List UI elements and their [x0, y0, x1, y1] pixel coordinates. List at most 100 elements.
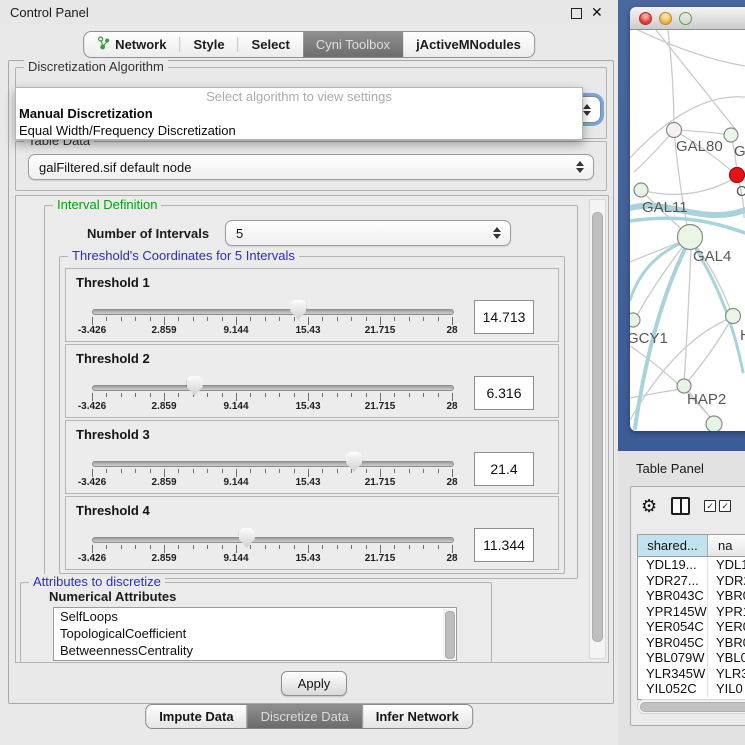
table-cell[interactable]: YDL19... — [638, 557, 708, 573]
table-toolbar: ⚙ ✓ ✓ — [641, 497, 731, 515]
slider-tick — [193, 317, 194, 321]
split-view-icon[interactable] — [671, 497, 690, 515]
table-cell[interactable]: YER0 — [708, 619, 745, 635]
algorithm-option-manual-discretization[interactable]: Manual Discretization — [16, 105, 582, 122]
slider-track[interactable] — [92, 537, 454, 543]
table-cell[interactable]: YBR043C — [638, 588, 708, 604]
slider-track[interactable] — [92, 461, 454, 467]
tab-jactivemnodules[interactable]: jActiveMNodules — [403, 32, 534, 57]
float-icon[interactable] — [571, 8, 582, 19]
numerical-attributes-list[interactable]: SelfLoopsTopologicalCoefficientBetweenne… — [53, 607, 457, 661]
list-item[interactable]: BetweennessCentrality — [54, 642, 456, 659]
network-node-c[interactable] — [730, 168, 745, 183]
tab-infer-network[interactable]: Infer Network — [362, 705, 472, 728]
algorithm-option-equal-width-frequency-discretization[interactable]: Equal Width/Frequency Discretization — [16, 122, 582, 139]
network-edge[interactable] — [638, 30, 745, 66]
table-data-combobox[interactable]: galFiltered.sif default node — [28, 154, 594, 180]
table-cell[interactable]: YPR1 — [708, 604, 745, 620]
table-column-header-na[interactable]: na — [708, 535, 745, 556]
slider-track[interactable] — [92, 309, 454, 315]
panel-scrollbar-thumb[interactable] — [592, 212, 603, 642]
table-row[interactable]: YBL079WYBL0 — [638, 650, 745, 666]
tab-select[interactable]: Select — [239, 32, 303, 57]
table-cell[interactable]: YBR0 — [708, 588, 745, 604]
slider-tick — [207, 393, 208, 397]
table-row[interactable]: YLR345WYLR3 — [638, 666, 745, 682]
network-edge[interactable] — [656, 30, 736, 130]
network-edge[interactable] — [630, 389, 681, 398]
table-cell[interactable]: YLR345W — [638, 666, 708, 682]
list-item[interactable]: TopologicalCoefficient — [54, 625, 456, 642]
threshold-value-field[interactable]: 6.316 — [474, 376, 534, 410]
slider-tick — [265, 393, 266, 397]
network-node-gal4[interactable] — [678, 225, 703, 250]
network-node-gcy1[interactable] — [630, 313, 640, 327]
table-cell[interactable]: YBR045C — [638, 635, 708, 651]
slider-thumb[interactable] — [239, 528, 255, 548]
table-cell[interactable]: YLR3 — [708, 666, 745, 682]
network-node-h[interactable] — [726, 309, 741, 324]
tab-style[interactable]: Style — [180, 32, 237, 57]
list-scrollbar-thumb[interactable] — [445, 611, 455, 659]
table-column-header-shared-[interactable]: shared... — [638, 535, 708, 556]
table-row[interactable]: YBR043CYBR0 — [638, 588, 745, 604]
close-icon[interactable]: ✕ — [591, 4, 603, 21]
table-row[interactable]: YIL052CYIL0 — [638, 681, 745, 697]
table-cell[interactable]: YBL079W — [638, 650, 708, 666]
network-node[interactable] — [706, 416, 722, 431]
table-row[interactable]: YBR045CYBR0 — [638, 635, 745, 651]
table-cell[interactable]: YER054C — [638, 619, 708, 635]
network-edge[interactable] — [684, 249, 691, 384]
mac-minimize-button[interactable] — [659, 12, 672, 25]
slider-tick — [250, 393, 251, 397]
mac-zoom-button[interactable] — [679, 12, 692, 25]
table-hscrollbar[interactable] — [637, 699, 745, 714]
network-edge[interactable] — [641, 178, 735, 194]
slider-tick — [279, 393, 280, 397]
network-view[interactable]: GAL80GACGAL11GAL4GCY1HHAP2 — [630, 30, 745, 431]
panel-scrollbar[interactable] — [589, 199, 606, 659]
table-row[interactable]: YER054CYER0 — [638, 619, 745, 635]
checkbox-icon[interactable]: ✓ — [719, 500, 731, 512]
tab-discretize-data[interactable]: Discretize Data — [247, 705, 362, 728]
list-scrollbar[interactable] — [443, 609, 455, 659]
threshold-value-field[interactable]: 11.344 — [474, 528, 534, 562]
network-edge[interactable] — [674, 130, 731, 135]
slider-thumb[interactable] — [187, 376, 203, 396]
apply-button[interactable]: Apply — [281, 671, 347, 696]
table-cell[interactable]: YDR2 — [708, 573, 745, 589]
table-cell[interactable]: YBR0 — [708, 635, 745, 651]
network-node-ga[interactable] — [724, 128, 738, 142]
table-row[interactable]: YDR27...YDR2 — [638, 573, 745, 589]
network-canvas[interactable]: GAL80GACGAL11GAL4GCY1HHAP2 — [630, 30, 745, 431]
gear-icon[interactable]: ⚙ — [641, 497, 657, 515]
table-cell[interactable]: YIL052C — [638, 681, 708, 697]
network-node-gal80[interactable] — [667, 123, 682, 138]
table-cell[interactable]: YDL1 — [708, 557, 745, 573]
algorithm-placeholder-item[interactable]: Select algorithm to view settings — [16, 88, 582, 105]
mac-close-button[interactable] — [639, 12, 652, 25]
table-cell[interactable]: YBL0 — [708, 650, 745, 666]
table-cell[interactable]: YDR27... — [638, 573, 708, 589]
table-row[interactable]: YDL19...YDL1 — [638, 557, 745, 573]
slider-scale-label: 9.144 — [223, 325, 248, 336]
tab-cyni-toolbox[interactable]: Cyni Toolbox — [303, 32, 403, 57]
slider-thumb[interactable] — [346, 452, 362, 472]
number-of-intervals-combobox[interactable]: 5 — [225, 220, 511, 246]
slider-track[interactable] — [92, 385, 454, 391]
tab-network[interactable]: Network — [84, 32, 179, 57]
slider-scale-label: 28 — [446, 401, 457, 412]
threshold-value-field[interactable]: 14.713 — [474, 300, 534, 334]
slider-tick — [452, 469, 453, 477]
checkbox-icon[interactable]: ✓ — [704, 500, 716, 512]
table-hscrollbar-thumb[interactable] — [640, 702, 745, 712]
threshold-value-field[interactable]: 21.4 — [474, 452, 534, 486]
table-cell[interactable]: YPR145W — [638, 604, 708, 620]
network-node-gal11[interactable] — [634, 183, 648, 197]
list-item[interactable]: SelfLoops — [54, 608, 456, 625]
table-row[interactable]: YPR145WYPR1 — [638, 604, 745, 620]
tab-impute-data[interactable]: Impute Data — [146, 705, 246, 728]
network-edge[interactable] — [634, 130, 674, 172]
table-cell[interactable]: YIL0 — [708, 681, 745, 697]
network-edge[interactable] — [688, 318, 732, 381]
